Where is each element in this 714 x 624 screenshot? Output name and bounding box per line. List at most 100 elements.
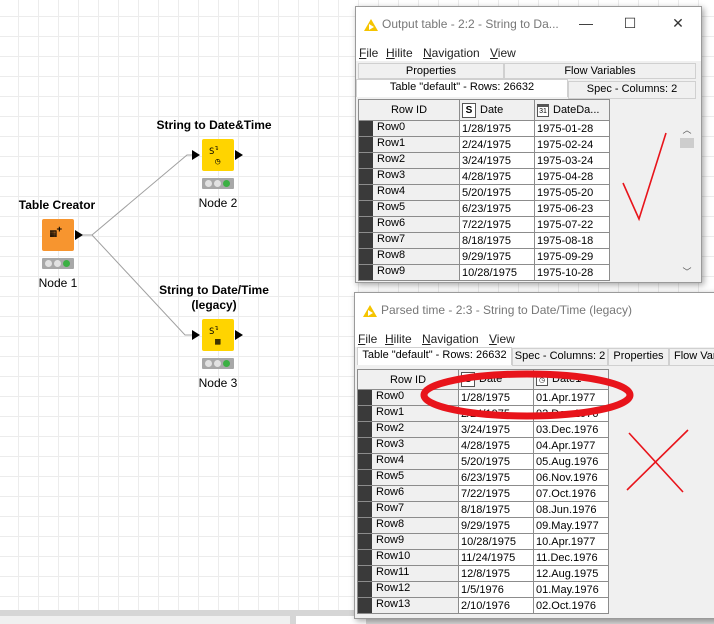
column-header-datedate[interactable]: 31 DateDa... (534, 99, 610, 121)
row-id-cell[interactable]: Row7 (357, 501, 459, 518)
bottom-panel-tab[interactable] (0, 616, 290, 624)
table-row[interactable]: Row6 7/22/1975 07.Oct.1976 (357, 485, 609, 502)
row-id-cell[interactable]: Row3 (357, 437, 459, 454)
output-table-window[interactable]: Output table - 2:2 - String to Da... — ☐… (355, 6, 702, 283)
window2-titlebar[interactable]: Parsed time - 2:3 - String to Date/Time … (355, 293, 714, 327)
row-id-cell[interactable]: Row5 (357, 469, 459, 486)
parsed-date-cell[interactable]: 11.Dec.1976 (533, 549, 609, 566)
parsed-date-cell[interactable]: 06.Nov.1976 (533, 469, 609, 486)
parsed-date-cell[interactable]: 1975-08-18 (534, 232, 610, 249)
row-id-cell[interactable]: Row8 (357, 517, 459, 534)
tab-properties[interactable]: Properties (358, 63, 504, 79)
node1-label[interactable]: Node 1 (28, 276, 88, 290)
table-row[interactable]: Row5 6/23/1975 06.Nov.1976 (357, 469, 609, 486)
node3-output-port[interactable] (235, 330, 243, 340)
date-cell[interactable]: 6/23/1975 (459, 200, 535, 217)
table-row[interactable]: Row12 1/5/1976 01.May.1976 (357, 581, 609, 598)
date-cell[interactable]: 7/22/1975 (459, 216, 535, 233)
row-id-cell[interactable]: Row6 (358, 216, 460, 233)
table-row[interactable]: Row8 9/29/1975 09.May.1977 (357, 517, 609, 534)
table-row[interactable]: Row2 3/24/1975 1975-03-24 (358, 152, 610, 169)
date-cell[interactable]: 9/29/1975 (459, 248, 535, 265)
menu-navigation[interactable]: Navigation (423, 46, 480, 60)
row-id-cell[interactable]: Row8 (358, 248, 460, 265)
menu-view[interactable]: View (489, 332, 515, 346)
scroll-up-arrow-icon[interactable]: ︿ (680, 123, 694, 135)
menu-hilite[interactable]: Hilite (385, 332, 412, 346)
table-row[interactable]: Row3 4/28/1975 1975-04-28 (358, 168, 610, 185)
row-id-cell[interactable]: Row3 (358, 168, 460, 185)
date-cell[interactable]: 8/18/1975 (458, 501, 534, 518)
date-cell[interactable]: 8/18/1975 (459, 232, 535, 249)
parsed-time-window[interactable]: Parsed time - 2:3 - String to Date/Time … (354, 292, 714, 619)
table-row[interactable]: Row9 10/28/1975 10.Apr.1977 (357, 533, 609, 550)
parsed-date-cell[interactable]: 1975-07-22 (534, 216, 610, 233)
tab-flow-variables[interactable]: Flow Variables (504, 63, 696, 79)
node3-input-port[interactable] (192, 330, 200, 340)
date-cell[interactable]: 10/28/1975 (459, 264, 535, 281)
row-id-cell[interactable]: Row11 (357, 565, 459, 582)
node1-box[interactable]: ▦+ (42, 219, 74, 251)
table-row[interactable]: Row9 10/28/1975 1975-10-28 (358, 264, 610, 281)
date-cell[interactable]: 2/10/1976 (458, 597, 534, 614)
parsed-date-cell[interactable]: 01.May.1976 (533, 581, 609, 598)
parsed-date-cell[interactable]: 1975-05-20 (534, 184, 610, 201)
scroll-down-arrow-icon[interactable]: ﹀ (680, 265, 694, 277)
node3-label[interactable]: Node 3 (188, 376, 248, 390)
table-row[interactable]: Row3 4/28/1975 04.Apr.1977 (357, 437, 609, 454)
minimize-button[interactable]: — (576, 15, 596, 31)
parsed-date-cell[interactable]: 1975-10-28 (534, 264, 610, 281)
output-table[interactable]: Row ID S Date 31 DateDa... Row0 1/28/1975 19… (358, 99, 610, 281)
table-row[interactable]: Row10 11/24/1975 11.Dec.1976 (357, 549, 609, 566)
date-cell[interactable]: 12/8/1975 (458, 565, 534, 582)
table-row[interactable]: Row11 12/8/1975 12.Aug.1975 (357, 565, 609, 582)
row-id-cell[interactable]: Row1 (358, 136, 460, 153)
node3-box[interactable]: S↴ ▦ (202, 319, 234, 351)
window1-titlebar[interactable]: Output table - 2:2 - String to Da... — ☐… (356, 7, 701, 41)
table-row[interactable]: Row0 1/28/1975 1975-01-28 (358, 120, 610, 137)
scroll-thumb[interactable] (680, 138, 694, 148)
menu-navigation[interactable]: Navigation (422, 332, 479, 346)
table-row[interactable]: Row13 2/10/1976 02.Oct.1976 (357, 597, 609, 614)
row-id-cell[interactable]: Row9 (358, 264, 460, 281)
row-id-cell[interactable]: Row4 (357, 453, 459, 470)
row-id-cell[interactable]: Row9 (357, 533, 459, 550)
parsed-date-cell[interactable]: 1975-06-23 (534, 200, 610, 217)
parsed-date-cell[interactable]: 1975-04-28 (534, 168, 610, 185)
row-id-cell[interactable]: Row5 (358, 200, 460, 217)
parsed-date-cell[interactable]: 1975-09-29 (534, 248, 610, 265)
maximize-button[interactable]: ☐ (620, 15, 640, 32)
row-id-cell[interactable]: Row0 (358, 120, 460, 137)
node2-box[interactable]: S↴ ◷ (202, 139, 234, 171)
table-row[interactable]: Row4 5/20/1975 05.Aug.1976 (357, 453, 609, 470)
date-cell[interactable]: 2/24/1975 (459, 136, 535, 153)
date-cell[interactable]: 5/20/1975 (459, 184, 535, 201)
date-cell[interactable]: 4/28/1975 (459, 168, 535, 185)
date-cell[interactable]: 7/22/1975 (458, 485, 534, 502)
tab-spec-columns[interactable]: Spec - Columns: 2 (568, 81, 696, 99)
table-row[interactable]: Row5 6/23/1975 1975-06-23 (358, 200, 610, 217)
parsed-date-cell[interactable]: 1975-03-24 (534, 152, 610, 169)
row-id-cell[interactable]: Row13 (357, 597, 459, 614)
date-cell[interactable]: 6/23/1975 (458, 469, 534, 486)
tab-table-default[interactable]: Table "default" - Rows: 26632 (356, 79, 568, 97)
menu-file[interactable]: File (358, 332, 377, 346)
menu-file[interactable]: File (359, 46, 378, 60)
parsed-date-cell[interactable]: 09.May.1977 (533, 517, 609, 534)
row-id-cell[interactable]: Row10 (357, 549, 459, 566)
date-cell[interactable]: 1/28/1975 (459, 120, 535, 137)
parsed-date-cell[interactable]: 1975-01-28 (534, 120, 610, 137)
parsed-date-cell[interactable]: 08.Jun.1976 (533, 501, 609, 518)
table-row[interactable]: Row8 9/29/1975 1975-09-29 (358, 248, 610, 265)
date-cell[interactable]: 10/28/1975 (458, 533, 534, 550)
menu-view[interactable]: View (490, 46, 516, 60)
table-row[interactable]: Row4 5/20/1975 1975-05-20 (358, 184, 610, 201)
table-row[interactable]: Row1 2/24/1975 1975-02-24 (358, 136, 610, 153)
tab-flow-variables[interactable]: Flow Var (669, 348, 714, 366)
node1-output-port[interactable] (75, 230, 83, 240)
row-id-cell[interactable]: Row12 (357, 581, 459, 598)
node2-label[interactable]: Node 2 (188, 196, 248, 210)
parsed-date-cell[interactable]: 02.Oct.1976 (533, 597, 609, 614)
row-id-cell[interactable]: Row7 (358, 232, 460, 249)
row-id-cell[interactable]: Row6 (357, 485, 459, 502)
